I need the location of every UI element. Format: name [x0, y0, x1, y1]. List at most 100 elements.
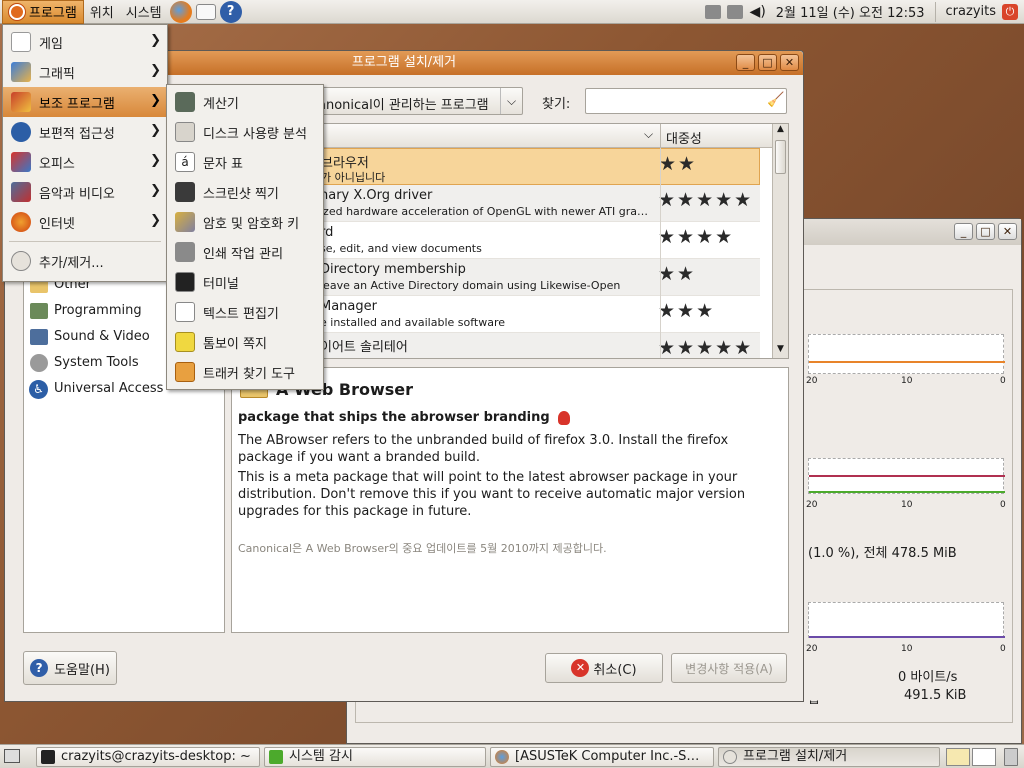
volume-icon[interactable]: ◀) [750, 4, 766, 20]
maximize-button[interactable]: □ [758, 54, 777, 71]
detail-package-text: package that ships the abrowser branding [238, 410, 550, 425]
places-menu[interactable]: 위치 [84, 0, 120, 24]
shutdown-icon[interactable]: ⏻ [1002, 3, 1018, 20]
scroll-down-icon[interactable]: ▼ [773, 344, 788, 358]
sound-video-icon [11, 182, 31, 202]
clear-search-icon[interactable]: 🧹 [767, 92, 784, 108]
show-select[interactable]: anonical이 관리하는 프로그램 ⌵ [311, 87, 523, 115]
task-label: [ASUSTeK Computer Inc.-S… [515, 749, 700, 764]
gear-icon [30, 354, 48, 372]
search-input[interactable] [585, 88, 787, 114]
menu-item-graphics[interactable]: 그래픽 ❯ [3, 57, 167, 87]
chevron-right-icon: ❯ [150, 213, 161, 228]
list-scrollbar[interactable]: ▲ ▼ [772, 124, 788, 358]
taskbar-firefox[interactable]: [ASUSTeK Computer Inc.-S… [490, 747, 714, 767]
minimize-button[interactable]: _ [736, 54, 755, 71]
system-menu[interactable]: 시스템 [120, 0, 168, 24]
task-label: 시스템 감시 [289, 749, 353, 764]
top-panel: 프로그램 위치 시스템 ? ◀) 2월 11일 (수) 오전 12:53 cra… [0, 0, 1024, 24]
row-desc: e installed and available software [320, 316, 506, 329]
workspace-2[interactable] [972, 748, 996, 766]
row-name: Directory membership [320, 262, 466, 277]
terminal-icon [175, 272, 195, 292]
memory-graph [808, 458, 1005, 494]
popularity-stars: ★★★★★ [658, 189, 754, 211]
menu-item-label: 보편적 접근성 [39, 126, 115, 142]
category-label: Programming [54, 303, 142, 318]
menu-item-internet[interactable]: 인터넷 ❯ [3, 207, 167, 237]
scroll-thumb[interactable] [775, 140, 786, 174]
close-button[interactable]: ✕ [780, 54, 799, 71]
minimize-button[interactable]: _ [954, 223, 973, 240]
taskbar-terminal[interactable]: crazyits@crazyits-desktop: ~ [36, 747, 260, 767]
help-button[interactable]: ? 도움말(H) [23, 651, 117, 685]
row-desc: 가 아니닙니다 [321, 171, 386, 184]
printer-tray-icon[interactable] [726, 4, 743, 19]
submenu-item-character-map[interactable]: á 문자 표 [167, 147, 323, 177]
submenu-item-tomboy[interactable]: 톰보이 쪽지 [167, 327, 323, 357]
submenu-item-terminal[interactable]: 터미널 [167, 267, 323, 297]
table-row[interactable]: 브라우저 가 아니닙니다 ★★ [320, 148, 760, 185]
network-icon[interactable] [704, 4, 721, 19]
table-row[interactable]: Manager e installed and available softwa… [320, 296, 760, 333]
table-row[interactable]: 이어트 솔리테어 ★★★★★ [320, 333, 760, 358]
menu-item-add-remove[interactable]: 추가/제거... [3, 246, 167, 276]
submenu-item-text-editor[interactable]: 텍스트 편집기 [167, 297, 323, 327]
workspace-1[interactable] [946, 748, 970, 766]
cpu-line [809, 361, 1005, 363]
sort-chevron-icon[interactable]: ⌵ [644, 127, 653, 142]
submenu-item-calculator[interactable]: 계산기 [167, 87, 323, 117]
menu-item-sound-video[interactable]: 음악과 비디오 ❯ [3, 177, 167, 207]
net-axis-10: 10 [901, 644, 913, 654]
show-select-value: anonical이 관리하는 프로그램 [318, 98, 489, 113]
internet-icon [11, 212, 31, 232]
user-name[interactable]: crazyits [940, 0, 1002, 24]
bottom-panel: crazyits@crazyits-desktop: ~ 시스템 감시 [ASU… [0, 744, 1024, 768]
show-desktop-icon[interactable] [4, 749, 20, 763]
close-button[interactable]: ✕ [998, 223, 1017, 240]
menu-item-office[interactable]: 오피스 ❯ [3, 147, 167, 177]
menu-item-games[interactable]: 게임 ❯ [3, 27, 167, 57]
network-line [809, 636, 1005, 638]
taskbar-system-monitor[interactable]: 시스템 감시 [264, 747, 486, 767]
trash-icon[interactable] [1004, 748, 1018, 766]
submenu-item-screenshot[interactable]: 스크린샷 찍기 [167, 177, 323, 207]
menu-item-accessibility[interactable]: 보편적 접근성 ❯ [3, 117, 167, 147]
apply-button[interactable]: 변경사항 적용(A) [671, 653, 787, 683]
popularity-stars: ★★★★ [658, 226, 735, 248]
add-remove-icon [723, 750, 737, 764]
submenu-item-print-manager[interactable]: 인쇄 작업 관리 [167, 237, 323, 267]
mem-axis-10: 10 [901, 500, 913, 510]
search-label: 찾기: [542, 97, 571, 112]
menu-item-label: 게임 [39, 36, 63, 52]
net-axis-20: 20 [806, 644, 818, 654]
table-row[interactable]: nary X.Org driver ized hardware accelera… [320, 185, 760, 222]
cancel-button[interactable]: ✕ 취소(C) [545, 653, 663, 683]
firefox-launcher-icon[interactable] [169, 0, 192, 23]
cancel-button-label: 취소(C) [593, 662, 637, 678]
clock[interactable]: 2월 11일 (수) 오전 12:53 [770, 0, 931, 24]
table-row[interactable]: Directory membership leave an Active Dir… [320, 259, 760, 296]
keys-icon [175, 212, 195, 232]
help-launcher-icon[interactable]: ? [219, 0, 242, 23]
cpu-axis-20: 20 [806, 376, 818, 386]
menu-item-accessories[interactable]: 보조 프로그램 ❯ [3, 87, 167, 117]
table-row[interactable]: rd se, edit, and view documents ★★★★ [320, 222, 760, 259]
chevron-right-icon: ❯ [150, 93, 161, 108]
submenu-item-passwords[interactable]: 암호 및 암호화 키 [167, 207, 323, 237]
maximize-button[interactable]: □ [976, 223, 995, 240]
detail-support-note: Canonical은 A Web Browser의 중요 업데이트를 5월 20… [238, 542, 607, 555]
swap-line [809, 491, 1005, 493]
chevron-right-icon: ❯ [150, 183, 161, 198]
mail-launcher-icon[interactable] [195, 3, 216, 20]
applications-menu[interactable]: 프로그램 [2, 0, 84, 24]
menu-item-label: 톰보이 쪽지 [203, 336, 267, 352]
taskbar-add-remove[interactable]: 프로그램 설치/제거 [718, 747, 940, 767]
submenu-item-tracker[interactable]: 트래커 찾기 도구 [167, 357, 323, 387]
help-button-label: 도움말(H) [54, 662, 110, 678]
submenu-item-disk-usage[interactable]: 디스크 사용량 분석 [167, 117, 323, 147]
rows: 브라우저 가 아니닙니다 ★★ nary X.Org driver ized h… [320, 148, 772, 358]
scroll-up-icon[interactable]: ▲ [773, 124, 788, 138]
column-popularity[interactable]: 대중성 [666, 128, 702, 147]
row-desc: se, edit, and view documents [320, 242, 482, 255]
